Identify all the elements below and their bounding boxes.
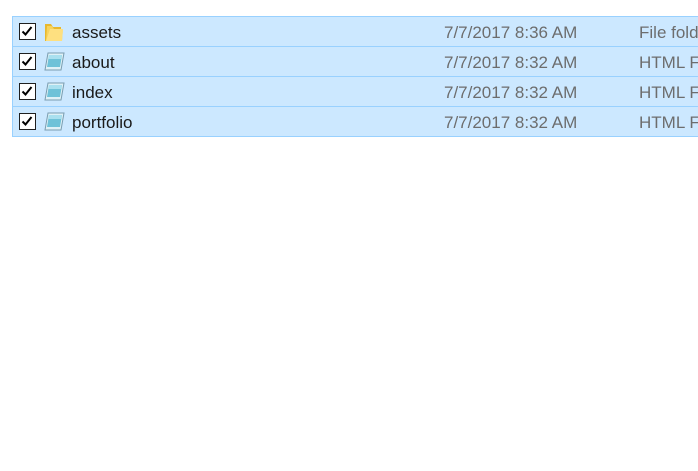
- file-date: 7/7/2017 8:32 AM: [444, 53, 578, 72]
- row-checkbox[interactable]: [19, 113, 36, 130]
- file-type: HTML File: [639, 83, 698, 102]
- html-file-icon: [42, 81, 66, 103]
- file-type: HTML File: [639, 113, 698, 132]
- file-row-portfolio[interactable]: portfolio 7/7/2017 8:32 AM HTML File: [12, 106, 698, 137]
- file-type: HTML File: [639, 53, 698, 72]
- file-list: assets 7/7/2017 8:36 AM File folder abou…: [12, 16, 698, 137]
- file-name: about: [72, 53, 115, 72]
- file-date: 7/7/2017 8:36 AM: [444, 23, 578, 42]
- row-checkbox[interactable]: [19, 23, 36, 40]
- file-row-index[interactable]: index 7/7/2017 8:32 AM HTML File: [12, 76, 698, 107]
- file-type: File folder: [639, 23, 698, 42]
- html-file-icon: [42, 111, 66, 133]
- file-row-about[interactable]: about 7/7/2017 8:32 AM HTML File: [12, 46, 698, 77]
- file-date: 7/7/2017 8:32 AM: [444, 83, 578, 102]
- file-date: 7/7/2017 8:32 AM: [444, 113, 578, 132]
- checkmark-icon: [21, 86, 33, 96]
- row-checkbox[interactable]: [19, 53, 36, 70]
- checkmark-icon: [21, 116, 33, 126]
- checkmark-icon: [21, 26, 33, 36]
- folder-icon: [42, 21, 66, 43]
- file-row-assets[interactable]: assets 7/7/2017 8:36 AM File folder: [12, 16, 698, 47]
- html-file-icon: [42, 51, 66, 73]
- checkmark-icon: [21, 56, 33, 66]
- row-checkbox[interactable]: [19, 83, 36, 100]
- file-name: portfolio: [72, 113, 133, 132]
- file-name: assets: [72, 23, 122, 42]
- file-name: index: [72, 83, 113, 102]
